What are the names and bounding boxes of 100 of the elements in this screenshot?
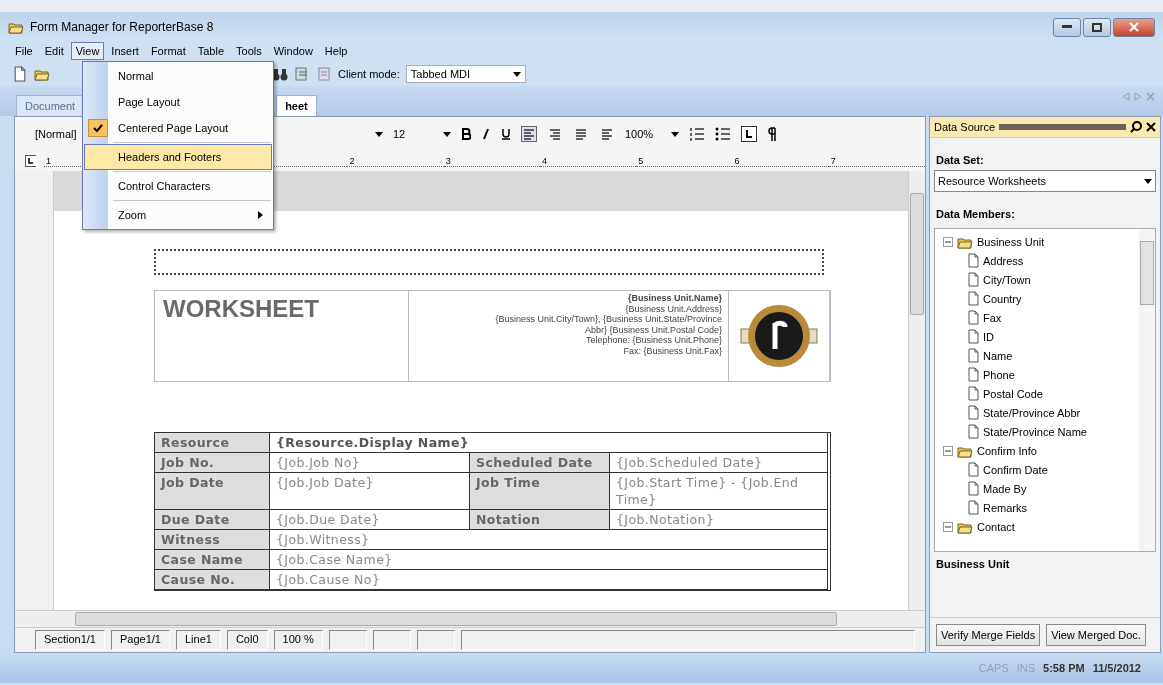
- collapse-icon[interactable]: [943, 521, 953, 532]
- align-icon[interactable]: [573, 126, 589, 142]
- underline-icon[interactable]: [501, 128, 511, 140]
- minimize-button[interactable]: [1053, 17, 1081, 37]
- panel-button[interactable]: View Merged Doc.: [1046, 624, 1146, 646]
- document-icon: [967, 291, 980, 306]
- status-pane: [328, 630, 367, 650]
- menu-item[interactable]: File: [10, 42, 38, 60]
- menu-item[interactable]: Control Characters: [84, 173, 272, 199]
- merge-field: {Job.Job No}: [270, 453, 470, 473]
- align-icon[interactable]: [547, 126, 563, 142]
- tree-item[interactable]: Remarks: [943, 498, 1139, 517]
- tree-folder[interactable]: Business Unit: [943, 232, 1139, 251]
- new-document-icon[interactable]: [12, 66, 28, 82]
- panel-title: Data Source: [934, 121, 996, 133]
- merge-field: {Job.Cause No}: [270, 570, 828, 590]
- tree-item[interactable]: State/Province Abbr: [943, 403, 1139, 422]
- document-icon: [967, 348, 980, 363]
- tree-folder[interactable]: Confirm Info: [943, 441, 1139, 460]
- bold-icon[interactable]: [461, 128, 471, 140]
- collapse-icon[interactable]: [943, 445, 953, 456]
- tab-stop-icon[interactable]: [25, 155, 37, 167]
- menu-item[interactable]: Window: [268, 42, 318, 60]
- address-line: {Business Unit.Address}: [625, 303, 722, 314]
- tree-item[interactable]: Postal Code: [943, 384, 1139, 403]
- document-icon: [967, 424, 980, 439]
- header-area[interactable]: [154, 249, 824, 275]
- submenu-arrow-icon: [258, 211, 263, 219]
- italic-icon[interactable]: [481, 128, 491, 140]
- field-label: Job Date: [155, 473, 270, 510]
- collapse-icon[interactable]: [943, 236, 953, 247]
- menu-item[interactable]: Help: [319, 42, 353, 60]
- ruler-number: 2: [349, 155, 355, 166]
- tree-item[interactable]: Address: [943, 251, 1139, 270]
- status-pane: 100 %: [273, 630, 323, 650]
- menu-item[interactable]: Headers and Footers: [84, 144, 272, 170]
- numbered-list-icon[interactable]: [689, 127, 705, 141]
- tree-item[interactable]: State/Province Name: [943, 422, 1139, 441]
- menu-item[interactable]: Format: [145, 42, 191, 60]
- scrollbar-thumb[interactable]: [75, 612, 837, 626]
- font-size-dropdown[interactable]: 12: [393, 128, 433, 140]
- menu-item[interactable]: Tools: [231, 42, 267, 60]
- app-icon: [8, 20, 24, 34]
- client-mode-dropdown[interactable]: Tabbed MDI: [405, 65, 526, 83]
- close-icon[interactable]: [1146, 122, 1156, 132]
- merge-icon[interactable]: [294, 66, 310, 82]
- tree-item[interactable]: Name: [943, 346, 1139, 365]
- menu-item[interactable]: View: [70, 42, 105, 60]
- scrollbar-thumb[interactable]: [1140, 241, 1154, 305]
- checkmark-icon: [93, 123, 103, 133]
- tree-item[interactable]: Fax: [943, 308, 1139, 327]
- menu-item[interactable]: Normal: [84, 63, 272, 89]
- bulleted-list-icon[interactable]: [715, 127, 731, 141]
- pilcrow-icon[interactable]: [767, 127, 777, 141]
- status-pane: [372, 630, 411, 650]
- zoom-dropdown[interactable]: 100%: [625, 128, 661, 140]
- tree-item[interactable]: Made By: [943, 479, 1139, 498]
- field-label: Notation: [470, 510, 610, 530]
- field-label: Case Name: [155, 550, 270, 570]
- menu-item[interactable]: Centered Page Layout: [84, 115, 272, 141]
- ruler-number: 3: [445, 155, 451, 166]
- field-label: Job Time: [470, 473, 610, 510]
- data-set-dropdown[interactable]: Resource Worksheets: [934, 170, 1156, 192]
- tree-item[interactable]: City/Town: [943, 270, 1139, 289]
- tab-stop-icon[interactable]: [741, 126, 757, 142]
- align-icon[interactable]: [521, 126, 537, 142]
- dropdown-arrow-icon[interactable]: [512, 71, 521, 77]
- dropdown-arrow-icon[interactable]: [671, 131, 679, 137]
- dropdown-arrow-icon[interactable]: [1144, 178, 1152, 184]
- ruler-number: 4: [541, 155, 547, 166]
- address-line: {Business Unit.City/Town}, {Business Unit.State/Province: [495, 314, 722, 325]
- document-icon: [967, 253, 980, 268]
- field-label: Job No.: [155, 453, 270, 473]
- tree-folder[interactable]: Contact: [943, 517, 1139, 536]
- tree-item[interactable]: Country: [943, 289, 1139, 308]
- field-label: Cause No.: [155, 570, 270, 590]
- panel-button[interactable]: Verify Merge Fields: [936, 624, 1041, 646]
- dropdown-arrow-icon[interactable]: [375, 131, 383, 137]
- close-icon: [1129, 22, 1139, 32]
- document-icon: [967, 272, 980, 287]
- tree-item[interactable]: ID: [943, 327, 1139, 346]
- menu-item[interactable]: Table: [192, 42, 229, 60]
- menu-item[interactable]: Zoom: [84, 202, 272, 228]
- align-icon[interactable]: [599, 126, 615, 142]
- seal-logo-icon: [739, 303, 819, 369]
- document-tab[interactable]: Document: [16, 95, 85, 116]
- merge-field: {Job.Case Name}: [270, 550, 828, 570]
- menu-item[interactable]: Edit: [39, 42, 69, 60]
- document-icon: [967, 481, 980, 496]
- tree-item[interactable]: Confirm Date: [943, 460, 1139, 479]
- dropdown-arrow-icon[interactable]: [443, 131, 451, 137]
- document-tab[interactable]: heet: [276, 95, 317, 116]
- tree-item[interactable]: Phone: [943, 365, 1139, 384]
- scrollbar-thumb[interactable]: [910, 193, 924, 315]
- data-members-label: Data Members:: [935, 207, 1016, 222]
- close-button[interactable]: [1113, 17, 1155, 37]
- maximize-button[interactable]: [1083, 17, 1111, 37]
- menu-item[interactable]: Insert: [106, 42, 144, 60]
- document-icon: [967, 329, 980, 344]
- menu-item[interactable]: Page Layout: [84, 89, 272, 115]
